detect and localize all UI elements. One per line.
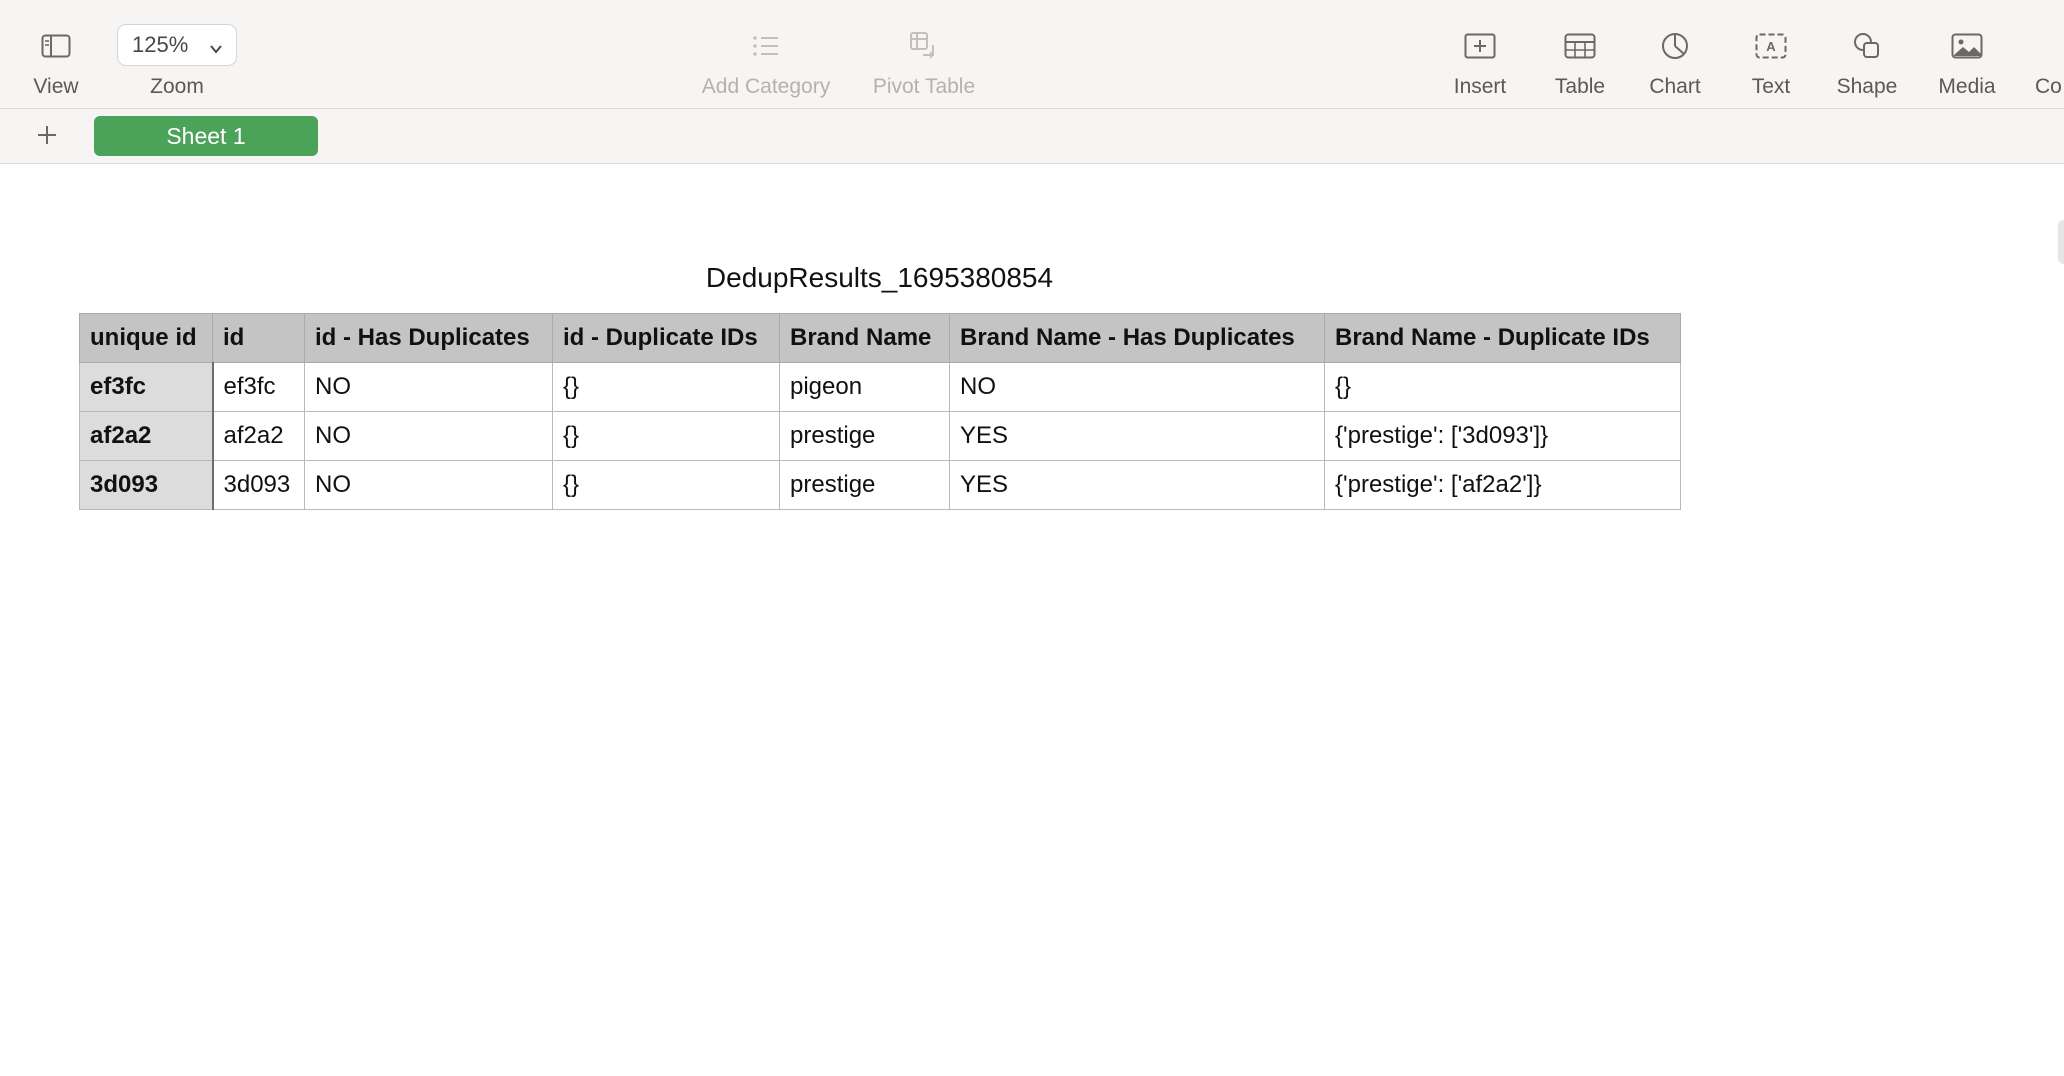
row-header-cell[interactable]: af2a2 [79,411,214,461]
pivot-table-button[interactable]: Pivot Table [866,0,982,108]
shape-label: Shape [1836,75,1898,98]
table-cell[interactable]: NO [304,460,553,510]
chart-icon [1655,30,1695,62]
table-title[interactable]: DedupResults_1695380854 [79,262,1680,294]
column-header[interactable]: id [212,313,305,363]
header-row: unique id id id - Has Duplicates id - Du… [79,313,1681,363]
insert-icon [1460,30,1500,62]
table-cell[interactable]: {} [552,460,780,510]
text-button[interactable]: A Text [1748,0,1794,108]
text-label: Text [1751,75,1791,98]
view-button[interactable]: View [30,0,82,108]
chevron-down-icon [208,37,224,63]
text-box-icon: A [1751,30,1791,62]
table-cell[interactable]: YES [949,411,1325,461]
scroll-indicator [2058,220,2064,264]
column-header[interactable]: Brand Name [779,313,950,363]
tab-sheet-1[interactable]: Sheet 1 [94,116,318,156]
pivot-table-icon [904,30,944,62]
column-header[interactable]: Brand Name - Duplicate IDs [1324,313,1681,363]
table-icon [1560,30,1600,62]
pivot-table-label: Pivot Table [872,75,976,98]
row-header-cell[interactable]: 3d093 [79,460,214,510]
table-button[interactable]: Table [1552,0,1608,108]
list-icon [746,30,786,62]
table-cell[interactable]: ef3fc [212,362,305,412]
column-header[interactable]: unique id [79,313,213,363]
table-row: 3d093 3d093 NO {} prestige YES {'prestig… [79,460,1681,510]
table-cell[interactable]: NO [304,411,553,461]
photo-icon [1947,30,1987,62]
comment-label: Co [2035,75,2062,98]
table-cell[interactable]: {} [552,362,780,412]
chart-label: Chart [1649,75,1701,98]
table-cell[interactable]: {} [552,411,780,461]
table-row: af2a2 af2a2 NO {} prestige YES {'prestig… [79,411,1681,461]
chart-button[interactable]: Chart [1646,0,1704,108]
table-cell[interactable]: af2a2 [212,411,305,461]
shape-icon [1847,30,1887,62]
column-header[interactable]: id - Has Duplicates [304,313,553,363]
table-cell[interactable]: prestige [779,460,950,510]
table-cell[interactable]: prestige [779,411,950,461]
comment-button[interactable]: Co [2035,0,2064,108]
table-row: ef3fc ef3fc NO {} pigeon NO {} [79,362,1681,412]
table-cell[interactable]: pigeon [779,362,950,412]
table-cell[interactable]: {'prestige': ['3d093']} [1324,411,1681,461]
sheet-canvas: DedupResults_1695380854 unique id id id … [0,164,2064,1076]
zoom-label: Zoom [150,75,204,98]
insert-label: Insert [1453,75,1507,98]
column-header[interactable]: Brand Name - Has Duplicates [949,313,1325,363]
insert-button[interactable]: Insert [1449,0,1511,108]
view-label: View [33,75,79,98]
plus-icon[interactable] [34,122,60,148]
svg-text:A: A [1766,39,1776,54]
table-cell[interactable]: NO [949,362,1325,412]
media-button[interactable]: Media [1935,0,1999,108]
add-category-button[interactable]: Add Category [694,0,838,108]
toolbar: View 125% Zoom Add Category Pivot Table … [0,0,2064,109]
media-label: Media [1938,75,1996,98]
add-category-label: Add Category [701,75,831,98]
table-cell[interactable]: {'prestige': ['af2a2']} [1324,460,1681,510]
table-cell[interactable]: 3d093 [212,460,305,510]
table-cell[interactable]: {} [1324,362,1681,412]
zoom-control: Zoom [148,0,206,108]
sidebar-icon [36,30,76,62]
row-header-cell[interactable]: ef3fc [79,362,214,412]
table-label: Table [1554,75,1606,98]
data-table: unique id id id - Has Duplicates id - Du… [79,313,1681,510]
shape-button[interactable]: Shape [1834,0,1900,108]
column-header[interactable]: id - Duplicate IDs [552,313,780,363]
sheet-tab-label: Sheet 1 [166,122,246,149]
sheet-tab-bar: Sheet 1 [0,109,2064,164]
table-cell[interactable]: NO [304,362,553,412]
table-cell[interactable]: YES [949,460,1325,510]
